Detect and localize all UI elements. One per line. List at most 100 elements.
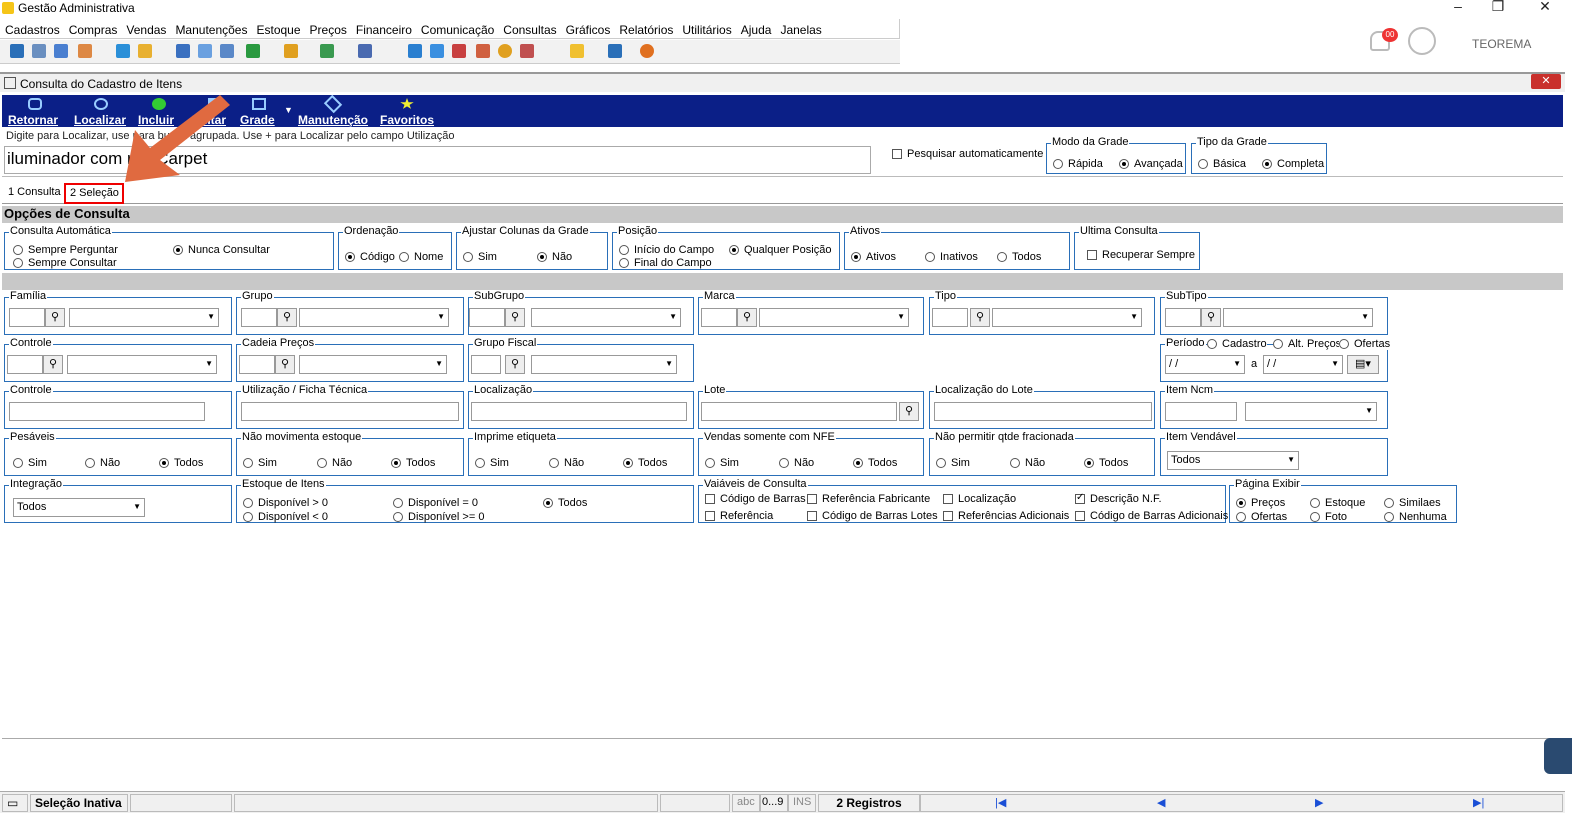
- imprime-sim-radio[interactable]: Sim: [475, 457, 509, 469]
- tipo-code-input[interactable]: [932, 308, 968, 327]
- subgrupo-search-icon[interactable]: ⚲: [505, 308, 525, 327]
- periodo-cadastro-radio[interactable]: Cadastro: [1207, 338, 1267, 350]
- localizar-button[interactable]: Localizar: [74, 113, 126, 127]
- tipo-basica-radio[interactable]: Básica: [1198, 158, 1246, 170]
- menu-manutencoes[interactable]: Manutenções: [170, 19, 251, 37]
- toolbar-icon[interactable]: [408, 44, 422, 58]
- menu-relatorios[interactable]: Relatórios: [614, 19, 677, 37]
- menu-utilitarios[interactable]: Utilitários: [677, 19, 735, 37]
- item-ncm-select[interactable]: [1245, 402, 1377, 421]
- imprime-nao-radio[interactable]: Não: [549, 457, 584, 469]
- disponivel-maior-radio[interactable]: Disponível > 0: [243, 497, 328, 509]
- nao-mov-sim-radio[interactable]: Sim: [243, 457, 277, 469]
- menu-consultas[interactable]: Consultas: [498, 19, 560, 37]
- marca-select[interactable]: [759, 308, 909, 327]
- controle-search-icon[interactable]: ⚲: [43, 355, 63, 374]
- menu-ajuda[interactable]: Ajuda: [736, 19, 776, 37]
- sempre-consultar-radio[interactable]: Sempre Consultar: [13, 257, 117, 269]
- toolbar-icon[interactable]: [78, 44, 92, 58]
- periodo-ofertas-radio[interactable]: Ofertas: [1339, 338, 1391, 350]
- ordenacao-codigo-radio[interactable]: Código: [345, 251, 395, 263]
- toolbar-icon[interactable]: [498, 44, 512, 58]
- cadeia-code-input[interactable]: [239, 355, 275, 374]
- grupo-code-input[interactable]: [241, 308, 277, 327]
- subgrupo-code-input[interactable]: [469, 308, 505, 327]
- toolbar-icon[interactable]: [138, 44, 152, 58]
- first-record-icon[interactable]: |◀: [995, 796, 1006, 809]
- lote-input[interactable]: [701, 402, 897, 421]
- localizacao-checkbox[interactable]: Localização: [943, 493, 1016, 505]
- toolbar-icon[interactable]: [452, 44, 466, 58]
- familia-select[interactable]: [69, 308, 219, 327]
- toolbar-icon[interactable]: [358, 44, 372, 58]
- favoritos-button[interactable]: Favoritos: [380, 113, 434, 127]
- date-from-picker[interactable]: / /: [1165, 355, 1245, 374]
- disponivel-menor-radio[interactable]: Disponível < 0: [243, 511, 328, 523]
- referencias-adicionais-checkbox[interactable]: Referências Adicionais: [943, 510, 1069, 522]
- familia-code-input[interactable]: [9, 308, 45, 327]
- estoque-todos-radio[interactable]: Todos: [543, 497, 587, 509]
- descricao-nf-checkbox[interactable]: Descrição N.F.: [1075, 492, 1162, 505]
- toolbar-icon[interactable]: [608, 44, 622, 58]
- pagina-foto-radio[interactable]: Foto: [1310, 511, 1347, 523]
- marca-search-icon[interactable]: ⚲: [737, 308, 757, 327]
- vendas-nfe-todos-radio[interactable]: Todos: [853, 457, 897, 469]
- toolbar-icon[interactable]: [520, 44, 534, 58]
- referencia-fabricante-checkbox[interactable]: Referência Fabricante: [807, 493, 930, 505]
- subtipo-select[interactable]: [1223, 308, 1373, 327]
- menu-compras[interactable]: Compras: [64, 19, 122, 37]
- ordenacao-nome-radio[interactable]: Nome: [399, 251, 443, 263]
- vendas-nfe-sim-radio[interactable]: Sim: [705, 457, 739, 469]
- ativos-todos-radio[interactable]: Todos: [997, 251, 1041, 263]
- pesaveis-sim-radio[interactable]: Sim: [13, 457, 47, 469]
- tab-selecao[interactable]: 2 Seleção: [64, 183, 124, 204]
- pagina-precos-radio[interactable]: Preços: [1236, 497, 1285, 509]
- close-window-button[interactable]: ✕: [1531, 74, 1561, 89]
- loc-lote-input[interactable]: [934, 402, 1152, 421]
- modo-avancada-radio[interactable]: Avançada: [1119, 158, 1183, 170]
- toolbar-icon[interactable]: [54, 44, 68, 58]
- disponivel-igual-radio[interactable]: Disponível = 0: [393, 497, 478, 509]
- power-icon[interactable]: [640, 44, 654, 58]
- nunca-consultar-radio[interactable]: Nunca Consultar: [173, 244, 270, 256]
- item-vendavel-select[interactable]: Todos: [1167, 451, 1299, 470]
- toolbar-icon[interactable]: [198, 44, 212, 58]
- controle-select[interactable]: [67, 355, 217, 374]
- user-avatar-icon[interactable]: [1408, 27, 1436, 55]
- codigo-barras-adicionais-checkbox[interactable]: Código de Barras Adicionais: [1075, 510, 1228, 522]
- date-to-picker[interactable]: / /: [1263, 355, 1343, 374]
- codigo-barras-lotes-checkbox[interactable]: Código de Barras Lotes: [807, 510, 938, 522]
- pagina-ofertas-radio[interactable]: Ofertas: [1236, 511, 1287, 523]
- nao-mov-nao-radio[interactable]: Não: [317, 457, 352, 469]
- menu-cadastros[interactable]: Cadastros: [0, 19, 64, 37]
- inativos-radio[interactable]: Inativos: [925, 251, 978, 263]
- last-record-icon[interactable]: ▶|: [1473, 796, 1484, 809]
- menu-estoque[interactable]: Estoque: [251, 19, 304, 37]
- tipo-completa-radio[interactable]: Completa: [1262, 158, 1324, 170]
- menu-vendas[interactable]: Vendas: [121, 19, 170, 37]
- inicio-campo-radio[interactable]: Início do Campo: [619, 244, 714, 256]
- auto-search-checkbox[interactable]: Pesquisar automaticamente: [892, 148, 1043, 160]
- controle-text-input[interactable]: [9, 402, 205, 421]
- controle-code-input[interactable]: [7, 355, 43, 374]
- cadeia-select[interactable]: [299, 355, 447, 374]
- pagina-similares-radio[interactable]: Similaes: [1384, 497, 1441, 509]
- qualquer-posicao-radio[interactable]: Qualquer Posição: [729, 244, 831, 256]
- toolbar-icon[interactable]: [116, 44, 130, 58]
- toolbar-icon[interactable]: [476, 44, 490, 58]
- star-icon[interactable]: [570, 44, 584, 58]
- manutencao-button[interactable]: Manutenção: [298, 113, 368, 127]
- disponivel-maior-igual-radio[interactable]: Disponível >= 0: [393, 511, 484, 523]
- tab-consulta[interactable]: 1 Consulta: [8, 186, 61, 198]
- toolbar-icon[interactable]: [430, 44, 444, 58]
- nao-permitir-sim-radio[interactable]: Sim: [936, 457, 970, 469]
- menu-precos[interactable]: Preços: [305, 19, 351, 37]
- pesaveis-nao-radio[interactable]: Não: [85, 457, 120, 469]
- sempre-perguntar-radio[interactable]: Sempre Perguntar: [13, 244, 118, 256]
- subgrupo-select[interactable]: [531, 308, 681, 327]
- codigo-barras-checkbox[interactable]: Código de Barras: [705, 493, 806, 505]
- grupo-select[interactable]: [299, 308, 449, 327]
- marca-code-input[interactable]: [701, 308, 737, 327]
- subtipo-code-input[interactable]: [1165, 308, 1201, 327]
- tipo-select[interactable]: [992, 308, 1142, 327]
